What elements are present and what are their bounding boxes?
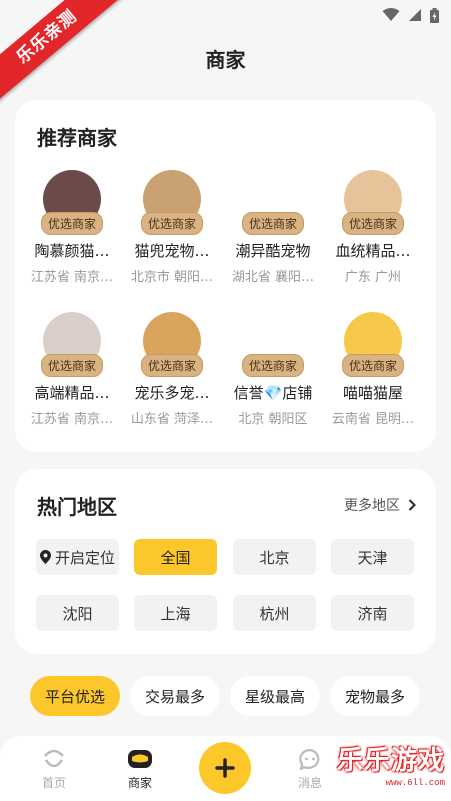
merchant-avatar: 优选商家 bbox=[40, 170, 104, 235]
plus-icon bbox=[215, 758, 235, 778]
region-chip[interactable]: 天津 bbox=[331, 539, 414, 575]
tab-shop[interactable]: 商家 bbox=[110, 746, 170, 791]
merchant-item[interactable]: 优选商家潮异酷宠物湖北省 襄阳… bbox=[223, 170, 323, 285]
add-button[interactable] bbox=[199, 742, 251, 794]
filter-pill[interactable]: 平台优选 bbox=[30, 676, 120, 716]
section-title: 推荐商家 bbox=[37, 126, 117, 150]
watermark-logo: 乐乐游戏 www.6ll.com bbox=[331, 746, 451, 801]
merchant-location: 江苏省 南京… bbox=[30, 270, 114, 285]
region-chip[interactable]: 上海 bbox=[134, 595, 217, 631]
region-chip[interactable]: 北京 bbox=[233, 539, 316, 575]
merchant-item[interactable]: 优选商家猫兜宠物… 北京市 朝阳… bbox=[122, 170, 222, 285]
merchant-item[interactable]: 优选商家信誉💎店铺北京 朝阳区 bbox=[223, 312, 323, 427]
shop-icon bbox=[128, 750, 152, 768]
merchant-name: 血统精品… bbox=[335, 242, 411, 260]
battery-icon bbox=[430, 7, 439, 23]
filter-pill[interactable]: 宠物最多 bbox=[330, 676, 420, 716]
hot-regions-card: 热门地区 更多地区 开启定位 全国 北京 天津沈阳 上海 杭州 济南 bbox=[15, 469, 436, 654]
merchant-avatar: 优选商家 bbox=[241, 312, 305, 377]
merchant-name: 宠乐多宠… bbox=[134, 384, 210, 402]
merchant-location: 山东省 菏泽… bbox=[130, 412, 214, 427]
preferred-merchant-badge: 优选商家 bbox=[40, 212, 104, 235]
watermark-brand: 乐乐游戏 bbox=[336, 746, 445, 776]
region-chip[interactable]: 沈阳 bbox=[36, 595, 119, 631]
locate-button[interactable]: 开启定位 bbox=[36, 539, 119, 575]
merchant-avatar: 优选商家 bbox=[140, 170, 204, 235]
tab-home-label: 首页 bbox=[41, 776, 66, 790]
recommended-merchants-card: 推荐商家 优选商家 陶慕颜猫… 江苏省 南京… 优选商家 猫兜宠物… 北京市 朝阳… 优选商… bbox=[15, 100, 436, 452]
merchant-avatar: 优选商家 bbox=[341, 170, 405, 235]
merchant-avatar: 优选商家 bbox=[341, 312, 405, 377]
merchant-name: 猫兜宠物… bbox=[134, 242, 210, 260]
preferred-merchant-badge: 优选商家 bbox=[140, 212, 204, 235]
merchant-avatar: 优选商家 bbox=[241, 170, 305, 235]
signal-icon bbox=[409, 9, 421, 21]
merchant-location: 北京市 朝阳… bbox=[130, 270, 214, 285]
region-chip[interactable]: 杭州 bbox=[233, 595, 316, 631]
merchant-item[interactable]: 优选商家宠乐多宠… 山东省 菏泽… bbox=[122, 312, 222, 427]
home-icon bbox=[44, 749, 64, 768]
filter-pill[interactable]: 星级最高 bbox=[230, 676, 320, 716]
merchant-location: 湖北省 襄阳… bbox=[231, 270, 315, 285]
preferred-merchant-badge: 优选商家 bbox=[241, 212, 305, 235]
merchant-location: 江苏省 南京… bbox=[30, 412, 114, 427]
merchant-item[interactable]: 优选商家血统精品… 广东 广州 bbox=[323, 170, 423, 285]
merchant-item[interactable]: 优选商家陶慕颜猫… 江苏省 南京… bbox=[22, 170, 122, 285]
region-chip[interactable]: 全国 bbox=[134, 539, 217, 575]
merchant-avatar: 优选商家 bbox=[40, 312, 104, 377]
merchant-avatar: 优选商家 bbox=[140, 312, 204, 377]
merchant-name: 喵喵猫屋 bbox=[342, 384, 403, 402]
region-chip[interactable]: 济南 bbox=[331, 595, 414, 631]
preferred-merchant-badge: 优选商家 bbox=[40, 354, 104, 377]
section-title: 热门地区 bbox=[37, 495, 117, 519]
tab-shop-label: 商家 bbox=[127, 776, 152, 790]
preferred-merchant-badge: 优选商家 bbox=[341, 212, 405, 235]
merchant-location: 云南省 昆明… bbox=[331, 412, 415, 427]
preferred-merchant-badge: 优选商家 bbox=[241, 354, 305, 377]
merchant-location: 广东 广州 bbox=[344, 270, 402, 285]
merchant-name: 潮异酷宠物 bbox=[235, 242, 311, 260]
wifi-icon bbox=[382, 8, 400, 21]
filter-pill[interactable]: 交易最多 bbox=[130, 676, 220, 716]
merchant-item[interactable]: 优选商家喵喵猫屋云南省 昆明… bbox=[323, 312, 423, 427]
message-icon bbox=[299, 748, 320, 770]
merchant-name: 信誉💎店铺 bbox=[233, 384, 313, 402]
more-regions-label: 更多地区 bbox=[344, 498, 400, 514]
preferred-merchant-badge: 优选商家 bbox=[140, 354, 204, 377]
merchant-location: 北京 朝阳区 bbox=[238, 412, 308, 427]
locate-label: 开启定位 bbox=[54, 548, 115, 567]
page-title: 商家 bbox=[205, 48, 246, 72]
tab-home[interactable]: 首页 bbox=[24, 746, 84, 791]
location-pin-icon bbox=[39, 550, 51, 564]
merchant-item[interactable]: 优选商家高端精品… 江苏省 南京… bbox=[22, 312, 122, 427]
merchant-name: 高端精品… bbox=[34, 384, 110, 402]
chevron-right-icon bbox=[408, 499, 416, 511]
preferred-merchant-badge: 优选商家 bbox=[341, 354, 405, 377]
watermark-url: www.6ll.com bbox=[385, 778, 445, 788]
more-regions-link[interactable]: 更多地区 bbox=[344, 495, 416, 515]
merchant-name: 陶慕颜猫… bbox=[34, 242, 110, 260]
